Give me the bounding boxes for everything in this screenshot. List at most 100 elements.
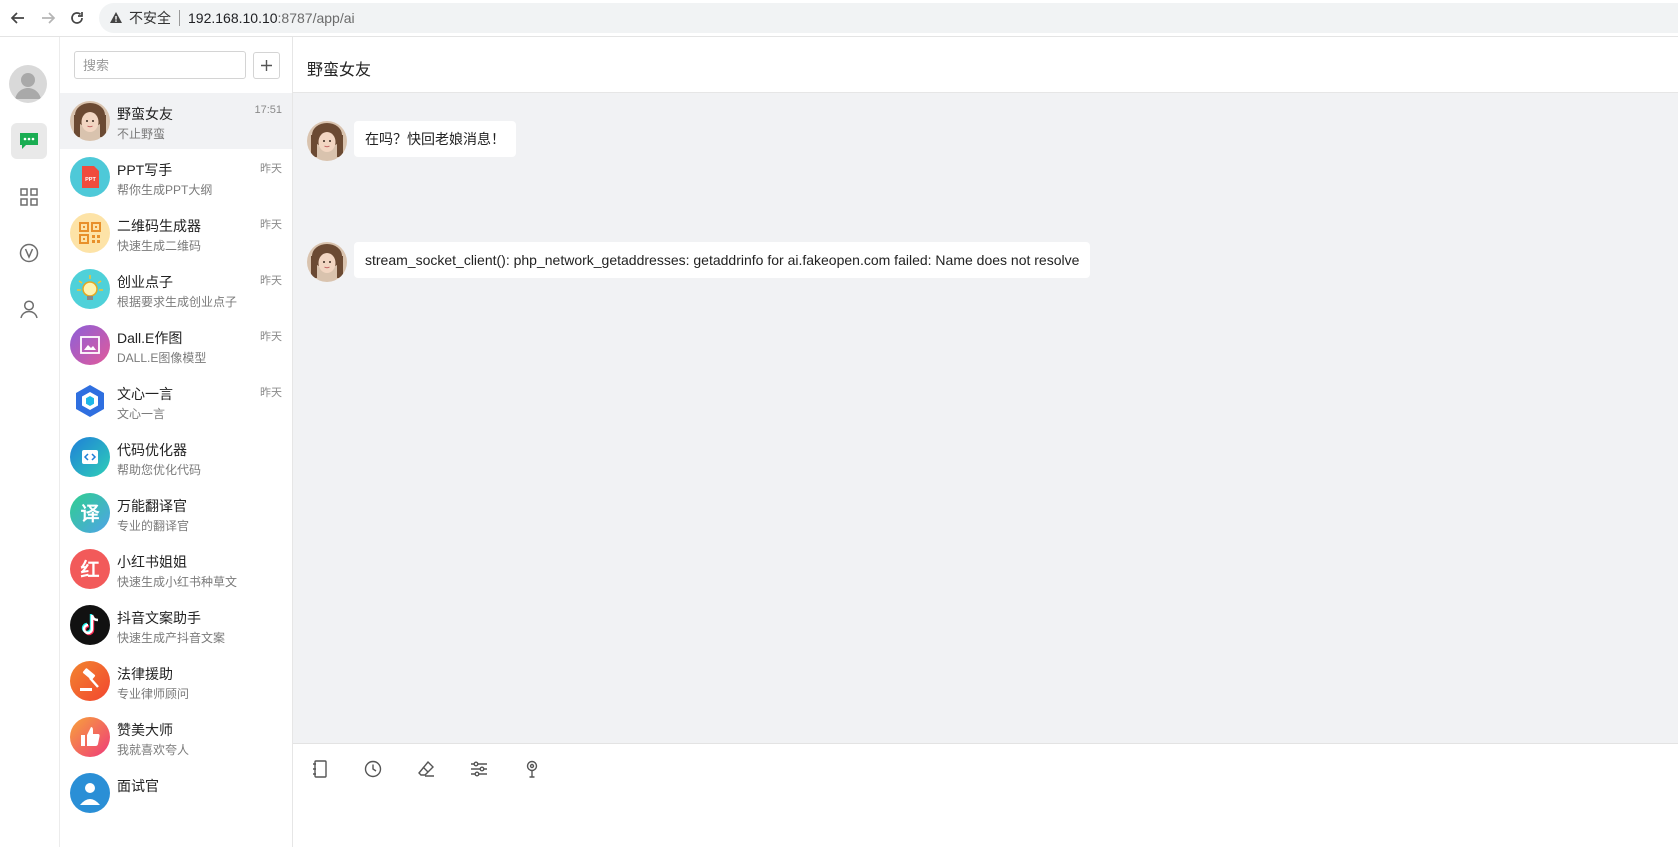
- chat-header: 野蛮女友: [293, 37, 1678, 93]
- search-input[interactable]: [74, 51, 246, 79]
- conversation-time: 昨天: [260, 387, 282, 399]
- message-row: stream_socket_client(): php_network_geta…: [307, 242, 1091, 282]
- apps-grid-icon: [20, 188, 38, 206]
- conversation-subtitle: DALL.E图像模型: [117, 351, 207, 365]
- history-icon: [364, 760, 382, 778]
- conversation-name: 创业点子: [117, 274, 173, 290]
- conversation-item[interactable]: Dall.E作图 DALL.E图像模型 昨天: [60, 317, 292, 373]
- nav-profile[interactable]: [11, 291, 47, 327]
- conversation-name: 面试官: [117, 778, 159, 794]
- input-toolbar: [293, 743, 1678, 847]
- history-button[interactable]: [359, 756, 387, 782]
- conversation-subtitle: 根据要求生成创业点子: [117, 295, 238, 309]
- conversation-name: PPT写手: [117, 162, 173, 178]
- arrow-right-icon: [42, 12, 56, 24]
- url-path: :8787/app/ai: [277, 10, 355, 26]
- conversation-item[interactable]: PPT PPT写手帮你生成PPT大纲 昨天: [60, 149, 292, 205]
- conversation-subtitle: 专业律师顾问: [117, 687, 190, 701]
- nav-apps[interactable]: [11, 179, 47, 215]
- url-host: 192.168.10.10: [188, 10, 278, 26]
- conversation-name: 代码优化器: [117, 442, 187, 458]
- forward-button[interactable]: [33, 3, 63, 33]
- conversation-item[interactable]: 抖音文案助手快速生成产抖音文案: [60, 597, 292, 653]
- message-bubble: stream_socket_client(): php_network_geta…: [354, 242, 1091, 278]
- conversation-item[interactable]: 二维码生成器 快速生成二维码 昨天: [60, 205, 292, 261]
- conversation-subtitle: 专业的翻译官: [117, 519, 190, 533]
- conversation-item[interactable]: 代码优化器帮助您优化代码: [60, 429, 292, 485]
- user-avatar[interactable]: [9, 65, 47, 103]
- interviewer-icon: [70, 773, 110, 813]
- vip-icon: [19, 243, 39, 263]
- conversation-subtitle: 我就喜欢夸人: [117, 743, 190, 757]
- conversation-time: 昨天: [260, 331, 282, 343]
- user-icon: [20, 300, 38, 319]
- conversation-subtitle: 文心一言: [117, 407, 166, 421]
- conversation-subtitle: 快速生成产抖音文案: [117, 631, 226, 645]
- conversation-name: 小红书姐姐: [117, 554, 187, 570]
- conversation-name: Dall.E作图: [117, 330, 183, 346]
- insecure-label: 不安全: [129, 10, 171, 26]
- conversation-name: 万能翻译官: [117, 498, 187, 514]
- conversation-item[interactable]: 文心一言 文心一言 昨天: [60, 373, 292, 429]
- conversation-item[interactable]: 法律援助专业律师顾问: [60, 653, 292, 709]
- conversation-subtitle: 不止野蛮: [117, 127, 166, 141]
- divider: [179, 10, 180, 26]
- chat-panel: 野蛮女友 在吗？快回老娘消息！ stream_socket_client(): …: [293, 37, 1678, 847]
- settings-sliders-icon: [471, 761, 487, 777]
- conversation-list: 野蛮女友不止野蛮17:51PPTPPT写手帮你生成PPT大纲昨天二维码生成器快速…: [60, 37, 293, 847]
- girlfriend-avatar: [70, 101, 110, 141]
- conversation-name: 赞美大师: [117, 722, 173, 738]
- notebook-icon: [313, 760, 327, 778]
- conversation-item[interactable]: 野蛮女友不止野蛮 17:51: [60, 93, 292, 149]
- picture-icon: [70, 325, 110, 365]
- conversation-time: 昨天: [260, 275, 282, 287]
- add-button[interactable]: [253, 51, 280, 79]
- conversation-item[interactable]: 红 小红书姐姐快速生成小红书种草文: [60, 541, 292, 597]
- nav-vip[interactable]: [11, 235, 47, 271]
- message-row: 在吗？快回老娘消息！: [307, 121, 516, 161]
- conversation-subtitle: 快速生成小红书种草文: [117, 575, 238, 589]
- bot-avatar: [307, 121, 347, 161]
- conversation-item[interactable]: 译 万能翻译官专业的翻译官: [60, 485, 292, 541]
- translate-icon: 译: [70, 493, 110, 533]
- nav-chat[interactable]: [11, 123, 47, 159]
- conversation-name: 野蛮女友: [117, 106, 173, 122]
- conversation-subtitle: 帮助您优化代码: [117, 463, 202, 477]
- xiaohongshu-icon: 红: [70, 549, 110, 589]
- conversation-item[interactable]: 创业点子根据要求生成创业点子 昨天: [60, 261, 292, 317]
- chat-title: 野蛮女友: [307, 62, 372, 79]
- pin-button[interactable]: [518, 756, 546, 782]
- reload-button[interactable]: [62, 3, 92, 33]
- conversation-subtitle: 帮你生成PPT大纲: [117, 183, 213, 197]
- warning-icon[interactable]: [109, 11, 123, 25]
- thumbs-up-icon: [70, 717, 110, 757]
- qrcode-icon: [70, 213, 110, 253]
- message-bubble: 在吗？快回老娘消息！: [354, 121, 516, 157]
- conversation-subtitle: 快速生成二维码: [117, 239, 202, 253]
- svg-text:PPT: PPT: [85, 177, 96, 183]
- pin-icon: [526, 760, 538, 778]
- conversation-name: 抖音文案助手: [117, 610, 201, 626]
- conversation-item[interactable]: 面试官: [60, 765, 292, 821]
- conversation-name: 二维码生成器: [117, 218, 201, 234]
- conversation-name: 法律援助: [117, 666, 173, 682]
- code-icon: [70, 437, 110, 477]
- settings-button[interactable]: [465, 756, 493, 782]
- eraser-icon: [418, 760, 434, 777]
- wenxin-icon: [70, 381, 110, 421]
- gavel-icon: [70, 661, 110, 701]
- back-button[interactable]: [3, 3, 33, 33]
- notebook-button[interactable]: [306, 756, 334, 782]
- plus-icon: [261, 59, 272, 71]
- conversation-item[interactable]: 赞美大师我就喜欢夸人: [60, 709, 292, 765]
- browser-toolbar: 不安全 192.168.10.10:8787/app/ai: [0, 0, 1678, 37]
- address-bar[interactable]: 不安全 192.168.10.10:8787/app/ai: [99, 3, 1678, 33]
- conversation-time: 17:51: [254, 104, 282, 116]
- clear-button[interactable]: [412, 756, 440, 782]
- conversation-time: 昨天: [260, 163, 282, 175]
- svg-text:译: 译: [80, 503, 100, 525]
- chat-icon: [20, 133, 38, 149]
- bot-avatar: [307, 242, 347, 282]
- tiktok-icon: [70, 605, 110, 645]
- reload-icon: [71, 12, 83, 24]
